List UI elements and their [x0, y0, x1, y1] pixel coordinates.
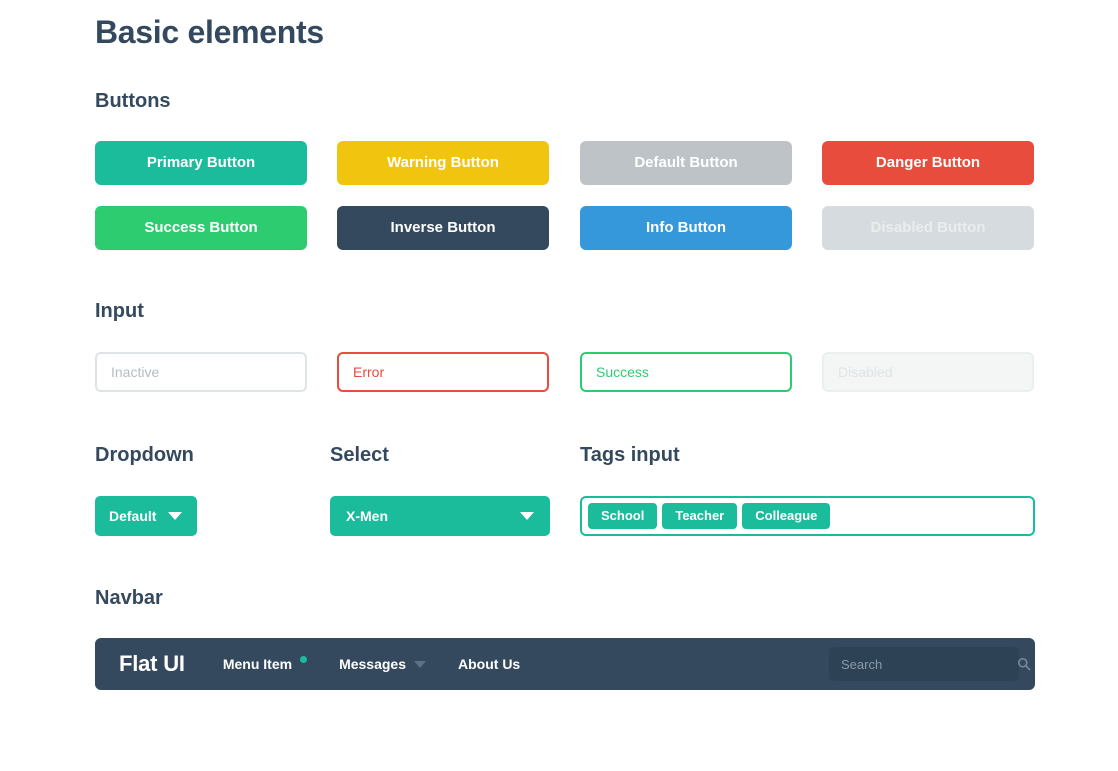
select-selected-label: X-Men — [346, 508, 388, 524]
notification-dot-icon — [300, 656, 308, 663]
section-title-navbar: Navbar — [95, 587, 163, 609]
error-input[interactable] — [337, 352, 549, 392]
section-title-select: Select — [330, 444, 389, 466]
navbar-item-label: Menu Item — [222, 656, 293, 672]
dropdown-selected-label: Default — [109, 508, 157, 524]
dropdown-toggle[interactable]: Default — [95, 496, 197, 536]
section-title-input: Input — [95, 300, 144, 322]
page-title: Basic elements — [95, 14, 324, 50]
tag-item[interactable]: Colleague — [742, 503, 831, 529]
navbar-brand[interactable]: Flat UI — [95, 638, 207, 690]
tag-item[interactable]: School — [588, 503, 658, 529]
caret-down-icon — [414, 660, 426, 668]
navbar-search[interactable] — [829, 647, 1031, 681]
caret-down-icon — [520, 512, 534, 520]
navbar-item-messages[interactable]: Messages — [323, 638, 442, 690]
section-title-tags-input: Tags input — [580, 444, 680, 466]
tag-item[interactable]: Teacher — [662, 503, 738, 529]
page-root: Basic elements Buttons Primary Button Wa… — [0, 0, 1118, 771]
disabled-input — [822, 352, 1034, 392]
navbar: Flat UI Menu Item Messages About Us — [95, 638, 1035, 690]
success-button[interactable]: Success Button — [95, 206, 307, 250]
inactive-input[interactable] — [95, 352, 307, 392]
select-toggle[interactable]: X-Men — [330, 496, 550, 536]
caret-down-icon — [168, 512, 183, 520]
danger-button[interactable]: Danger Button — [822, 141, 1034, 185]
navbar-item-label: About Us — [458, 656, 521, 672]
primary-button[interactable]: Primary Button — [95, 141, 307, 185]
info-button[interactable]: Info Button — [580, 206, 792, 250]
section-title-dropdown: Dropdown — [95, 444, 194, 466]
section-title-buttons: Buttons — [95, 90, 171, 112]
search-icon[interactable] — [1017, 657, 1031, 671]
search-input[interactable] — [841, 656, 1017, 672]
default-button[interactable]: Default Button — [580, 141, 792, 185]
disabled-button: Disabled Button — [822, 206, 1034, 250]
navbar-item-menu-item[interactable]: Menu Item — [207, 638, 323, 690]
navbar-item-about-us[interactable]: About Us — [442, 638, 536, 690]
success-input[interactable] — [580, 352, 792, 392]
tags-input[interactable]: School Teacher Colleague — [580, 496, 1035, 536]
warning-button[interactable]: Warning Button — [337, 141, 549, 185]
navbar-item-label: Messages — [339, 656, 406, 672]
inverse-button[interactable]: Inverse Button — [337, 206, 549, 250]
